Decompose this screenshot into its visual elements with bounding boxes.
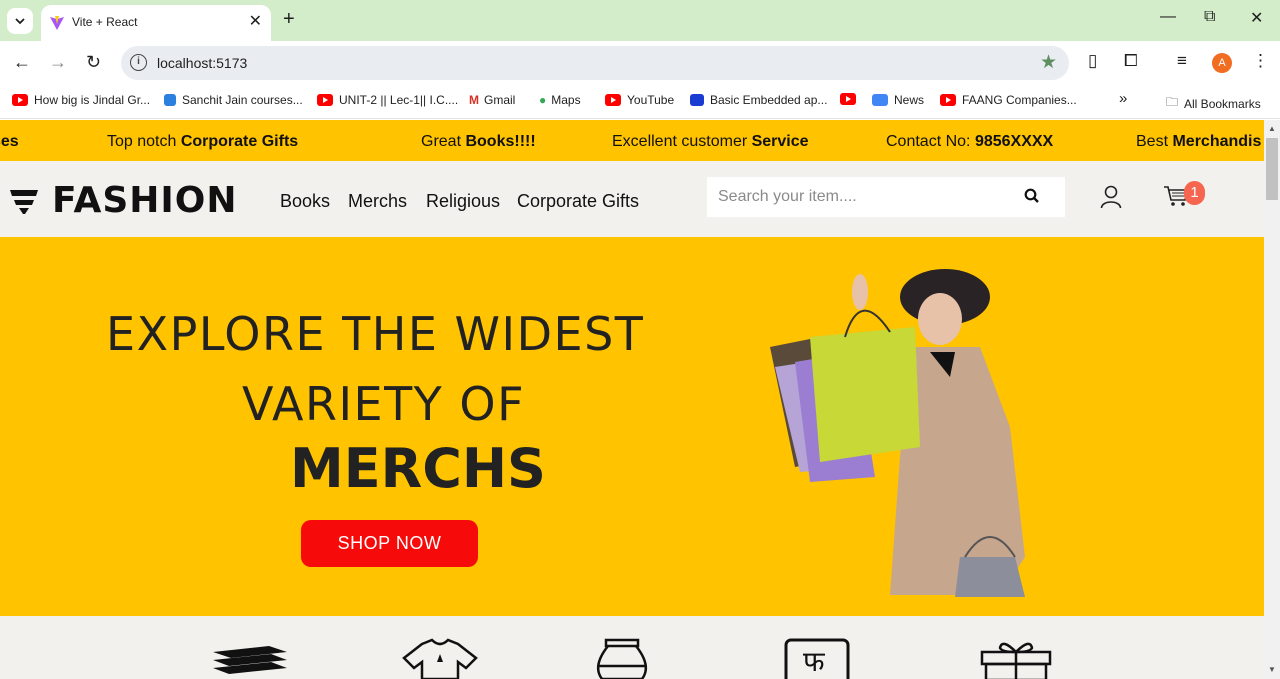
cart-count-badge: 1 [1184, 181, 1205, 205]
hero-headline-3: MERCHS [290, 437, 546, 500]
reload-icon[interactable]: ↻ [86, 52, 101, 73]
youtube-icon [940, 94, 956, 106]
url-text: localhost:5173 [157, 55, 248, 71]
bookmark-item[interactable]: UNIT-2 || Lec-1|| I.C.... [317, 93, 458, 107]
youtube-icon [317, 94, 333, 106]
bookmark-item[interactable] [840, 93, 862, 105]
shop-now-button[interactable]: SHOP NOW [301, 520, 478, 567]
bookmarks-bar: How big is Jindal Gr... Sanchit Jain cou… [0, 85, 1280, 119]
category-strip: फ [0, 616, 1264, 679]
ticker-item: Contact No: 9856XXXX [886, 133, 1054, 150]
site-info-icon[interactable]: i [130, 54, 147, 71]
close-tab-icon[interactable]: ✕ [249, 11, 262, 31]
shopping-woman-image [770, 269, 1025, 597]
hindi-letter-icon[interactable]: फ [784, 638, 850, 679]
bookmark-item[interactable]: News [872, 93, 924, 107]
browser-toolbar: ← → ↻ i localhost:5173 ★ ▯ ⧠ ≡ A ⋮ [0, 41, 1280, 85]
logo-mark-icon [10, 189, 38, 214]
search-icon[interactable] [1024, 188, 1040, 204]
tab-title: Vite + React [72, 15, 138, 29]
site-header: FASHION Books Merchs Religious Corporate… [0, 161, 1264, 237]
youtube-icon [605, 94, 621, 106]
ticker-item: Best Merchandis [1136, 133, 1262, 150]
menu-kebab-icon[interactable]: ⋮ [1252, 51, 1269, 71]
browser-tab-bar: Vite + React ✕ + — ⧉ ✕ [0, 0, 1280, 41]
bookmarks-overflow[interactable]: » [1119, 90, 1127, 107]
svg-text:फ: फ [803, 645, 826, 678]
ticker-item: ses [0, 133, 19, 150]
ticker-item: Great Books!!!! [421, 133, 536, 150]
page-scrollbar[interactable]: ▲ ▼ [1264, 120, 1280, 679]
tab-list-button[interactable] [7, 8, 33, 34]
search-box [707, 177, 1065, 217]
browser-tab[interactable]: Vite + React ✕ [41, 5, 271, 41]
books-icon[interactable] [209, 638, 289, 679]
tshirt-icon[interactable] [400, 638, 480, 679]
site-logo[interactable]: FASHION [8, 180, 238, 221]
profile-avatar[interactable]: A [1212, 53, 1232, 73]
vite-icon [50, 16, 64, 30]
bookmark-item[interactable]: Sanchit Jain courses... [164, 93, 303, 107]
maps-pin-icon: ● [539, 93, 547, 107]
chevron-down-icon [15, 18, 25, 25]
nav-corporate-gifts[interactable]: Corporate Gifts [517, 191, 639, 212]
address-bar[interactable]: i localhost:5173 ★ [121, 46, 1069, 80]
nav-merchs[interactable]: Merchs [348, 191, 407, 212]
logo-text: FASHION [52, 180, 238, 221]
scroll-up-icon[interactable]: ▲ [1268, 124, 1276, 133]
announcement-ticker: ses Top notch Corporate Gifts Great Book… [0, 120, 1264, 161]
bookmark-item[interactable]: How big is Jindal Gr... [12, 93, 150, 107]
restore-icon[interactable]: ⧉ [1204, 8, 1215, 26]
pot-icon[interactable] [592, 638, 652, 679]
bookmark-item[interactable]: M Gmail [469, 93, 515, 107]
hero-headline-2: VARIETY OF [242, 377, 526, 431]
hero-headline-1: EXPLORE THE WIDEST [106, 307, 645, 361]
forward-icon[interactable]: → [49, 52, 67, 73]
search-input[interactable] [707, 177, 1007, 217]
new-tab-icon[interactable]: + [283, 8, 295, 31]
bookmark-star-icon[interactable]: ★ [1040, 51, 1057, 74]
user-icon[interactable] [1100, 185, 1122, 209]
course-icon [164, 94, 176, 106]
minimize-icon[interactable]: — [1160, 8, 1176, 26]
bookmark-item[interactable]: YouTube [605, 93, 674, 107]
news-icon [872, 94, 888, 106]
all-bookmarks[interactable]: 🗀 All Bookmarks [1166, 93, 1261, 114]
ticker-item: Excellent customer Service [612, 133, 809, 150]
nav-religious[interactable]: Religious [426, 191, 500, 212]
bookmark-item[interactable]: ● Maps [539, 93, 581, 107]
extension-doc-icon[interactable]: ▯ [1088, 51, 1097, 71]
back-icon[interactable]: ← [13, 52, 31, 73]
youtube-icon [840, 93, 856, 105]
close-window-icon[interactable]: ✕ [1250, 8, 1263, 28]
bookmark-item[interactable]: Basic Embedded ap... [690, 93, 827, 107]
extensions-puzzle-icon[interactable]: ⧠ [1124, 51, 1138, 71]
web-page: ses Top notch Corporate Gifts Great Book… [0, 120, 1264, 679]
scroll-thumb[interactable] [1266, 138, 1278, 200]
media-control-icon[interactable]: ≡ [1177, 51, 1187, 71]
bookmark-item[interactable]: FAANG Companies... [940, 93, 1077, 107]
gmail-icon: M [469, 93, 479, 107]
youtube-icon [12, 94, 28, 106]
gift-icon[interactable] [980, 638, 1052, 679]
ticker-item: Top notch Corporate Gifts [107, 133, 299, 150]
nav-books[interactable]: Books [280, 191, 330, 212]
hero-banner: EXPLORE THE WIDEST VARIETY OF MERCHS SHO… [0, 237, 1264, 616]
folder-icon: 🗀 [1166, 95, 1179, 109]
scroll-down-icon[interactable]: ▼ [1268, 665, 1276, 674]
embedded-icon [690, 94, 704, 106]
